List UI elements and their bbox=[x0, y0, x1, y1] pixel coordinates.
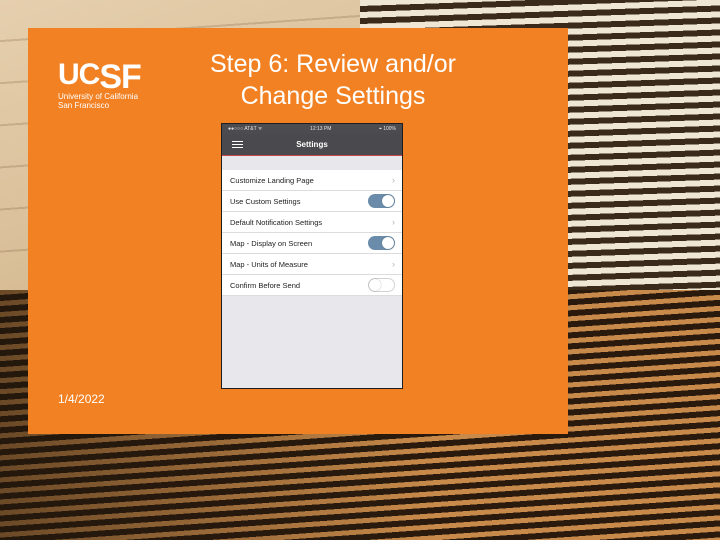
map-display-on-screen-toggle[interactable] bbox=[368, 236, 395, 250]
logo-mark-uc: UC bbox=[58, 58, 100, 91]
settings-row-map-display-on-screen: Map - Display on Screen bbox=[222, 233, 402, 254]
settings-row-map-units-of-measure[interactable]: Map - Units of Measure › bbox=[222, 254, 402, 275]
settings-row-label: Use Custom Settings bbox=[230, 196, 301, 206]
slide-title-line-2: Change Settings bbox=[240, 82, 426, 110]
chevron-right-icon: › bbox=[392, 259, 395, 269]
chevron-right-icon: › bbox=[392, 217, 395, 227]
confirm-before-send-toggle[interactable] bbox=[368, 278, 395, 292]
settings-list: Customize Landing Page › Use Custom Sett… bbox=[222, 170, 402, 296]
phone-nav-bar: Settings bbox=[222, 134, 402, 156]
logo-mark-sf: SF bbox=[99, 58, 141, 96]
toggle-knob bbox=[382, 237, 394, 249]
settings-row-label: Default Notification Settings bbox=[230, 217, 323, 227]
logo-mark: UCSF bbox=[58, 56, 168, 94]
nav-title: Settings bbox=[296, 140, 328, 149]
phone-status-bar: ●●○○○ AT&T ᯤ 12:13 PM ⌖ 100% bbox=[222, 124, 402, 134]
settings-row-customize-landing-page[interactable]: Customize Landing Page › bbox=[222, 170, 402, 191]
slide-date: 1/4/2022 bbox=[58, 392, 105, 406]
ucsf-logo: UCSF University of California San Franci… bbox=[58, 56, 168, 126]
logo-line-2: San Francisco bbox=[58, 101, 110, 110]
phone-screenshot: ●●○○○ AT&T ᯤ 12:13 PM ⌖ 100% Settings Cu… bbox=[221, 123, 403, 389]
slide: UCSF University of California San Franci… bbox=[28, 28, 568, 434]
settings-row-default-notification-settings[interactable]: Default Notification Settings › bbox=[222, 212, 402, 233]
settings-row-label: Map - Units of Measure bbox=[230, 259, 308, 269]
settings-row-label: Map - Display on Screen bbox=[230, 238, 313, 248]
status-time: 12:13 PM bbox=[310, 126, 332, 132]
slide-title: Step 6: Review and/or Change Settings bbox=[173, 48, 493, 112]
settings-row-confirm-before-send: Confirm Before Send bbox=[222, 275, 402, 296]
chevron-right-icon: › bbox=[392, 175, 395, 185]
toggle-knob bbox=[369, 279, 381, 291]
slide-title-line-1: Step 6: Review and/or bbox=[210, 50, 456, 78]
settings-row-use-custom-settings: Use Custom Settings bbox=[222, 191, 402, 212]
settings-row-label: Customize Landing Page bbox=[230, 175, 314, 185]
hamburger-icon[interactable] bbox=[232, 141, 243, 148]
use-custom-settings-toggle[interactable] bbox=[368, 194, 395, 208]
status-battery: ⌖ 100% bbox=[379, 126, 396, 132]
toggle-knob bbox=[382, 195, 394, 207]
status-carrier: ●●○○○ AT&T ᯤ bbox=[228, 126, 263, 132]
settings-row-label: Confirm Before Send bbox=[230, 280, 301, 290]
